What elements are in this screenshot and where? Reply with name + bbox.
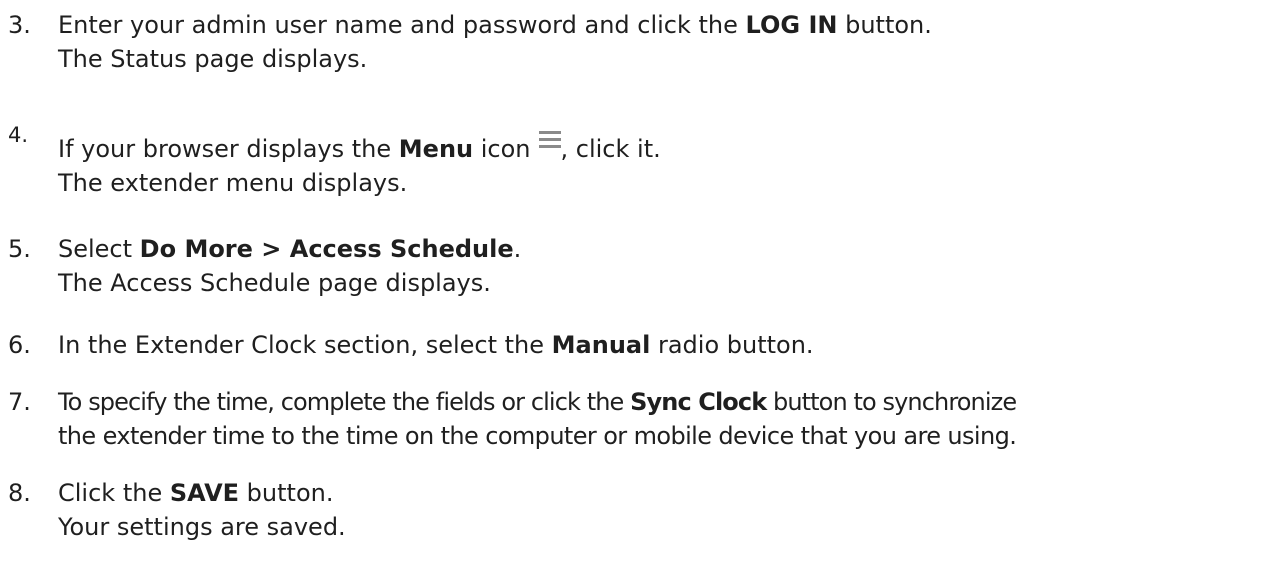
- step-number: 6.: [8, 331, 31, 359]
- step-number: 3.: [8, 11, 31, 39]
- step-number: 5.: [8, 235, 31, 263]
- manual-option-label: Manual: [551, 331, 651, 359]
- step-result: The extender menu displays.: [58, 169, 408, 197]
- step-4: 4. If your browser displays the Menu ico…: [8, 123, 1258, 200]
- step-number: 8.: [8, 479, 31, 507]
- menu-hamburger-icon: [538, 131, 561, 149]
- instruction-document: 3. Enter your admin user name and passwo…: [0, 0, 1268, 572]
- sync-clock-label: Sync Clock: [630, 388, 767, 416]
- step-text: If your browser displays the Menu icon, …: [58, 131, 661, 166]
- step-text: Enter your admin user name and password …: [58, 11, 932, 39]
- step-number: 4.: [8, 123, 29, 147]
- step-7: 7. To specify the time, complete the fie…: [8, 385, 1258, 453]
- step-text: Select Do More > Access Schedule.: [58, 235, 522, 263]
- step-number: 7.: [8, 388, 31, 416]
- menu-label: Menu: [398, 135, 474, 163]
- step-continuation: the extender time to the time on the com…: [58, 422, 1017, 450]
- save-button-label: SAVE: [169, 479, 240, 507]
- login-button-label: LOG IN: [745, 11, 838, 39]
- step-text: In the Extender Clock section, select th…: [58, 331, 814, 359]
- step-text: Click the SAVE button.: [58, 479, 334, 507]
- step-5: 5. Select Do More > Access Schedule. The…: [8, 232, 1258, 300]
- menu-path-label: Do More > Access Schedule: [139, 235, 514, 263]
- step-result: The Status page displays.: [58, 45, 368, 73]
- step-6: 6. In the Extender Clock section, select…: [8, 328, 1258, 362]
- step-3: 3. Enter your admin user name and passwo…: [8, 8, 1258, 76]
- step-result: The Access Schedule page displays.: [58, 269, 491, 297]
- step-text: To specify the time, complete the fields…: [58, 388, 1017, 416]
- step-8: 8. Click the SAVE button. Your settings …: [8, 476, 1258, 544]
- step-result: Your settings are saved.: [58, 513, 346, 541]
